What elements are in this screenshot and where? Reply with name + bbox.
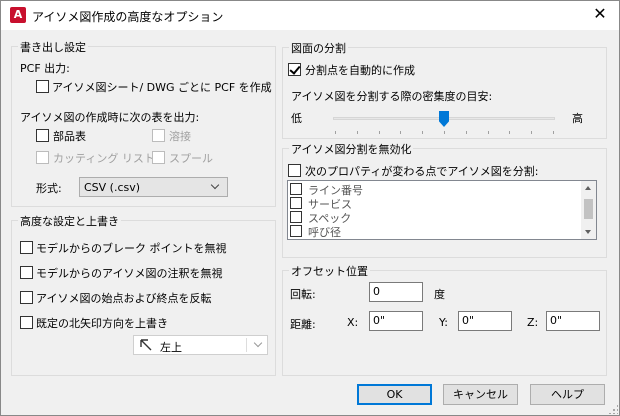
resize-grip-icon[interactable]: [608, 404, 618, 414]
degree-label: 度: [434, 288, 445, 301]
prop-change-label: 次のプロパティが変わる点でアイソメ図を分割:: [305, 165, 539, 178]
slider-tick: [466, 131, 467, 134]
weld-label: 溶接: [169, 130, 191, 143]
x-offset-input[interactable]: 0": [369, 311, 423, 331]
property-checkbox[interactable]: [290, 197, 302, 209]
z-offset-input[interactable]: 0": [546, 311, 600, 331]
property-checkbox[interactable]: [290, 183, 302, 195]
spool-label: スプール: [169, 152, 213, 165]
distance-label: 距離:: [290, 318, 316, 331]
density-low-label: 低: [291, 112, 302, 125]
offset-label: オフセット位置: [289, 263, 370, 279]
ignore-annotations-checkbox[interactable]: [20, 266, 33, 279]
help-button[interactable]: ヘルプ: [530, 384, 605, 405]
slider-tick: [488, 131, 489, 134]
window-title: アイソメ図作成の高度なオプション: [32, 10, 224, 24]
slider-tick: [422, 131, 423, 134]
bom-checkbox[interactable]: [36, 129, 49, 142]
chevron-down-icon: [253, 338, 263, 348]
north-arrow-value: 左上: [160, 341, 182, 354]
scroll-thumb[interactable]: [584, 199, 593, 219]
density-high-label: 高: [572, 112, 583, 125]
auto-split-checkbox[interactable]: [288, 63, 301, 76]
cancel-button[interactable]: キャンセル: [443, 384, 518, 405]
property-checkbox[interactable]: [290, 225, 302, 237]
prop-change-checkbox[interactable]: [288, 164, 301, 177]
export-settings-label: 書き出し設定: [18, 39, 88, 55]
slider-tick: [444, 131, 445, 134]
pcf-output-label: PCF 出力:: [20, 62, 70, 75]
spool-checkbox[interactable]: [152, 151, 165, 164]
x-label: X:: [347, 316, 359, 329]
auto-split-label: 分割点を自動的に作成: [305, 64, 415, 77]
pcf-per-sheet-checkbox[interactable]: [36, 80, 49, 93]
slider-tick: [400, 131, 401, 134]
y-offset-input[interactable]: 0": [458, 311, 512, 331]
scroll-down-icon[interactable]: [585, 230, 591, 234]
ignore-annotations-label: モデルからのアイソメ図の注釈を無視: [36, 267, 223, 280]
ignore-breaks-label: モデルからのブレーク ポイントを無視: [36, 242, 227, 255]
ok-button[interactable]: OK: [357, 384, 432, 405]
bom-label: 部品表: [53, 130, 86, 143]
output-tables-label: アイソメ図の作成時に次の表を出力:: [20, 111, 200, 124]
cutlist-label: カッティング リスト: [53, 152, 155, 165]
north-arrow-dropdown[interactable]: 左上: [133, 335, 268, 355]
ignore-breaks-checkbox[interactable]: [20, 241, 33, 254]
slider-tick: [335, 131, 336, 134]
chevron-down-icon: [210, 180, 220, 190]
property-checkbox[interactable]: [290, 211, 302, 223]
reverse-ends-checkbox[interactable]: [20, 291, 33, 304]
slider-tick: [357, 131, 358, 134]
format-dropdown[interactable]: CSV (.csv): [79, 177, 228, 197]
split-label: 図面の分割: [289, 40, 348, 56]
title-bar: A アイソメ図作成の高度なオプション ✕: [0, 0, 620, 30]
slider-tick: [531, 131, 532, 134]
slider-tick: [553, 131, 554, 134]
override-north-checkbox[interactable]: [20, 316, 33, 329]
north-arrow-icon: [140, 339, 152, 351]
property-list[interactable]: ライン番号 サービス スペック 呼び径: [287, 180, 597, 240]
autocad-app-icon: A: [10, 7, 26, 23]
rotation-label: 回転:: [290, 288, 316, 301]
list-scrollbar[interactable]: [581, 181, 596, 239]
reverse-ends-label: アイソメ図の始点および終点を反転: [36, 292, 212, 305]
scroll-up-icon[interactable]: [585, 186, 591, 190]
rotation-input[interactable]: 0: [369, 282, 423, 302]
density-label: アイソメ図を分割する際の密集度の目安:: [291, 90, 493, 103]
weld-checkbox[interactable]: [152, 129, 165, 142]
override-north-label: 既定の北矢印方向を上書き: [36, 317, 168, 330]
slider-tick: [509, 131, 510, 134]
format-value: CSV (.csv): [84, 181, 141, 194]
slider-tick: [379, 131, 380, 134]
format-label: 形式:: [36, 182, 62, 195]
y-label: Y:: [439, 316, 448, 329]
disable-split-label: アイソメ図分割を無効化: [289, 141, 414, 157]
close-button[interactable]: ✕: [580, 0, 620, 30]
property-label: 呼び径: [308, 226, 341, 239]
pcf-per-sheet-label: アイソメ図シート/ DWG ごとに PCF を作成: [52, 81, 272, 94]
advanced-settings-label: 高度な設定と上書き: [18, 213, 121, 229]
z-label: Z:: [527, 316, 539, 329]
cutlist-checkbox[interactable]: [36, 151, 49, 164]
